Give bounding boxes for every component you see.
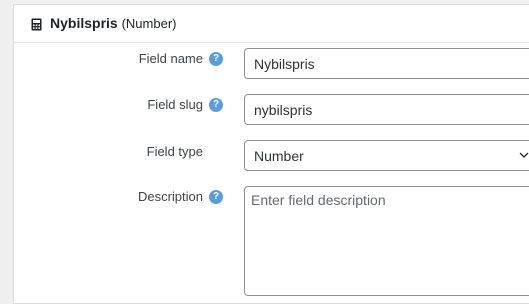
- field-panel-header[interactable]: Nybilspris (Number): [14, 5, 529, 43]
- field-type-hint: (Number): [121, 16, 177, 31]
- description-label: Description: [137, 189, 203, 204]
- field-type-label-row: Field type: [0, 144, 223, 164]
- field-type-label: Field type: [146, 144, 203, 159]
- field-slug-value: nybilspris: [254, 101, 313, 118]
- field-slug-label-row: Field slug ?: [0, 97, 223, 117]
- field-name-value: Nybilspris: [254, 55, 315, 72]
- description-placeholder: Enter field description: [251, 192, 386, 208]
- field-slug-label: Field slug: [147, 97, 203, 112]
- description-label-row: Description ?: [0, 189, 223, 209]
- calculator-icon: [31, 18, 42, 31]
- field-type-selected: Number: [254, 147, 304, 164]
- field-slug-input[interactable]: nybilspris: [244, 94, 529, 125]
- help-icon[interactable]: ?: [209, 51, 223, 66]
- field-type-label-group: Field type: [147, 144, 203, 159]
- field-slug-label-group: Field slug ?: [147, 97, 223, 112]
- chevron-down-icon: [519, 152, 529, 158]
- field-name-label-group: Field name ?: [139, 51, 223, 66]
- field-name-input[interactable]: Nybilspris: [244, 48, 529, 79]
- description-textarea[interactable]: Enter field description: [244, 186, 529, 296]
- help-icon[interactable]: ?: [209, 97, 223, 112]
- description-label-group: Description ?: [138, 189, 223, 204]
- help-icon[interactable]: ?: [209, 189, 223, 204]
- field-type-select[interactable]: Number: [244, 140, 529, 171]
- panel-title: Nybilspris (Number): [50, 15, 177, 31]
- field-name-label-row: Field name ?: [0, 51, 223, 71]
- field-label-title: Nybilspris: [50, 15, 118, 31]
- field-name-label: Field name: [138, 51, 203, 66]
